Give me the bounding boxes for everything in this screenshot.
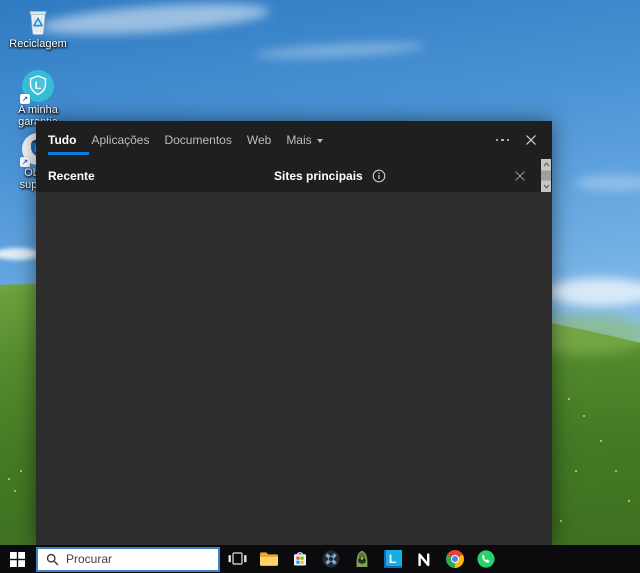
file-explorer-icon bbox=[259, 552, 278, 566]
tab-documentos[interactable]: Documentos bbox=[164, 121, 231, 159]
close-icon[interactable] bbox=[525, 134, 537, 146]
whatsapp-icon bbox=[476, 550, 495, 568]
my-warranty-shortcut[interactable]: L ↗ A minha garantia bbox=[6, 70, 70, 128]
nahimic-app-button[interactable] bbox=[408, 545, 439, 573]
n-wave-icon bbox=[417, 553, 429, 567]
scroll-down-icon[interactable] bbox=[541, 181, 551, 192]
recycle-bin-shortcut[interactable]: Reciclagem bbox=[6, 6, 70, 50]
l-app-button[interactable]: L bbox=[377, 545, 408, 573]
desktop-screen: Reciclagem L ↗ A minha garantia L ↗ Obte… bbox=[0, 0, 640, 573]
pinned-apps: L bbox=[222, 545, 501, 573]
panel-section-row: Recente Sites principais bbox=[36, 159, 552, 192]
panel-window-controls bbox=[494, 121, 538, 159]
active-tab-underline bbox=[48, 152, 90, 155]
task-view-button[interactable] bbox=[222, 545, 253, 573]
tab-tudo[interactable]: Tudo bbox=[48, 121, 90, 159]
windows-search-panel: Tudo Aplicações Documentos Web Mais Rece… bbox=[36, 121, 552, 545]
warranty-shield-icon: L ↗ bbox=[20, 70, 54, 104]
letter-badge: L bbox=[34, 80, 42, 92]
file-explorer-button[interactable] bbox=[253, 545, 284, 573]
flowers-decoration bbox=[8, 478, 10, 480]
x-sphere-icon bbox=[322, 550, 339, 568]
green-creature-app-button[interactable] bbox=[346, 545, 377, 573]
search-panel-header: Tudo Aplicações Documentos Web Mais Rece… bbox=[36, 121, 552, 192]
recycle-bin-icon bbox=[29, 11, 47, 35]
taskbar-search-box[interactable] bbox=[36, 546, 220, 572]
microsoft-store-button[interactable] bbox=[284, 545, 315, 573]
dismiss-top-sites-icon[interactable] bbox=[514, 159, 526, 192]
scroll-up-icon[interactable] bbox=[541, 159, 551, 170]
recent-section-label: Recente bbox=[48, 168, 95, 183]
start-button[interactable] bbox=[0, 545, 34, 573]
info-icon[interactable] bbox=[372, 169, 386, 183]
top-sites-section: Sites principais bbox=[274, 159, 386, 192]
task-view-icon bbox=[228, 552, 247, 565]
icon-label: Reciclagem bbox=[9, 38, 67, 50]
tab-mais[interactable]: Mais bbox=[286, 121, 323, 159]
chevron-down-icon bbox=[316, 139, 323, 143]
search-icon bbox=[46, 553, 59, 565]
search-tabs: Tudo Aplicações Documentos Web Mais bbox=[36, 121, 552, 159]
search-input[interactable] bbox=[66, 552, 186, 566]
windows-logo-icon bbox=[9, 551, 25, 567]
top-sites-label: Sites principais bbox=[274, 168, 363, 183]
shortcut-arrow-icon: ↗ bbox=[20, 94, 30, 104]
x-sphere-app-button[interactable] bbox=[315, 545, 346, 573]
chrome-icon bbox=[445, 550, 464, 568]
tab-web[interactable]: Web bbox=[247, 121, 271, 159]
search-results-area bbox=[36, 192, 552, 545]
top-sites-scrollbar[interactable] bbox=[541, 159, 551, 192]
shortcut-arrow-icon: ↗ bbox=[20, 157, 30, 167]
microsoft-store-icon bbox=[293, 552, 306, 566]
tab-aplicacoes[interactable]: Aplicações bbox=[91, 121, 149, 159]
scrollbar-thumb[interactable] bbox=[541, 170, 551, 181]
more-options-icon[interactable] bbox=[494, 135, 512, 146]
whatsapp-button[interactable] bbox=[470, 545, 501, 573]
taskbar: L bbox=[0, 545, 640, 573]
chrome-button[interactable] bbox=[439, 545, 470, 573]
green-creature-icon bbox=[356, 550, 367, 567]
l-app-icon: L bbox=[383, 550, 402, 568]
